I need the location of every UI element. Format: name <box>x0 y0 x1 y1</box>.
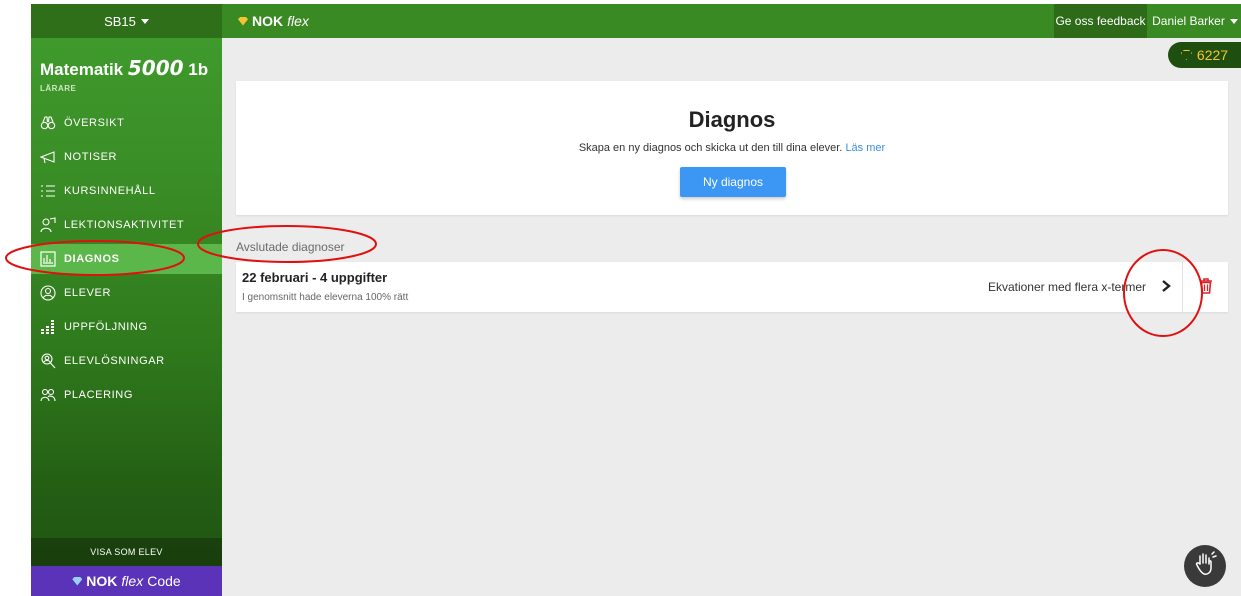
sidebar-item-label: ELEVER <box>64 287 112 299</box>
help-button[interactable] <box>1184 545 1226 587</box>
sidebar-item-diagnos[interactable]: DIAGNOS <box>31 244 222 274</box>
binoculars-icon <box>40 115 56 131</box>
course-number: 5000 <box>127 56 184 80</box>
diagnos-topic: Ekvationer med flera x-termer <box>987 280 1146 294</box>
diagnos-row[interactable]: 22 februari - 4 uppgifter I genomsnitt h… <box>236 262 1228 312</box>
sidebar-item-lektionsaktivitet[interactable]: LEKTIONSAKTIVITET <box>31 210 222 240</box>
points-value: 6227 <box>1196 47 1229 63</box>
top-bar: SB15 NOK flex Ge oss feedback Daniel Bark… <box>31 4 1241 38</box>
sidebar-item-elevlosningar[interactable]: ELEVLÖSNINGAR <box>31 346 222 376</box>
course-switcher-label: SB15 <box>104 13 136 29</box>
chevron-right-icon[interactable] <box>1156 276 1176 296</box>
megaphone-icon <box>40 149 56 165</box>
app-window: SB15 NOK flex Ge oss feedback Daniel Bark… <box>31 4 1241 596</box>
diamond-icon <box>238 16 248 26</box>
feedback-button[interactable]: Ge oss feedback <box>1054 4 1147 38</box>
sidebar-item-kursinnehall[interactable]: KURSINNEHÅLL <box>31 176 222 206</box>
course-switcher[interactable]: SB15 <box>31 4 222 38</box>
sidebar-item-elever[interactable]: ELEVER <box>31 278 222 308</box>
sidebar-item-label: ELEVLÖSNINGAR <box>64 355 165 367</box>
diamond-icon <box>72 576 83 586</box>
sidebar-item-uppfoljning[interactable]: UPPFÖLJNING <box>31 312 222 342</box>
sidebar-item-label: ÖVERSIKT <box>64 117 125 129</box>
sidebar-item-oversikt[interactable]: ÖVERSIKT <box>31 108 222 138</box>
list-icon <box>40 183 56 199</box>
caret-down-icon <box>1229 18 1238 24</box>
sidebar-item-label: NOTISER <box>64 151 118 163</box>
presenter-icon <box>40 217 56 233</box>
sidebar-item-label: LEKTIONSAKTIVITET <box>64 219 185 231</box>
student-icon <box>40 285 56 301</box>
code-label: Code <box>147 573 181 589</box>
caret-down-icon <box>140 18 149 24</box>
diagnos-icon <box>40 251 56 267</box>
trash-icon[interactable] <box>1196 276 1216 296</box>
diagnos-card: Diagnos Skapa en ny diagnos och skicka u… <box>236 81 1228 215</box>
diagnos-summary: I genomsnitt hade eleverna 100% rätt <box>242 292 409 303</box>
sidebar: Matematik 5000 1b LÄRARE ÖVERSIKT NOTISE… <box>31 38 222 596</box>
nokflex-code-link[interactable]: NOK flex Code <box>31 566 222 596</box>
course-title: Matematik 5000 1b <box>40 56 208 80</box>
sidebar-item-label: KURSINNEHÅLL <box>64 185 156 197</box>
page-title: Diagnos <box>688 107 776 132</box>
logo-flex: flex <box>287 13 309 29</box>
sidebar-item-placering[interactable]: PLACERING <box>31 380 222 410</box>
logo-nok: NOK <box>252 13 284 29</box>
points-badge: 6227 <box>1168 42 1241 68</box>
sidebar-item-label: DIAGNOS <box>64 253 120 265</box>
sidebar-item-label: PLACERING <box>64 389 133 401</box>
course-title-text: Matematik <box>40 60 124 79</box>
course-level: 1b <box>188 60 209 79</box>
new-diagnos-button[interactable]: Ny diagnos <box>680 167 786 197</box>
sidebar-item-notiser[interactable]: NOTISER <box>31 142 222 172</box>
diamond-outline-icon <box>1180 50 1192 60</box>
view-as-student-button[interactable]: VISA SOM ELEV <box>31 538 222 566</box>
section-heading: Avslutade diagnoser <box>236 240 345 254</box>
diagnos-title: 22 februari - 4 uppgifter <box>242 270 388 285</box>
hand-icon <box>1193 550 1217 582</box>
user-name: Daniel Barker <box>1152 14 1225 28</box>
description-text: Skapa en ny diagnos och skicka ut den ti… <box>578 142 843 154</box>
group-icon <box>40 387 56 403</box>
sidebar-item-label: UPPFÖLJNING <box>64 321 148 333</box>
code-flex: flex <box>121 573 144 589</box>
bar-chart-icon <box>40 319 56 335</box>
nokflex-logo: NOK flex <box>238 4 309 38</box>
code-nok: NOK <box>86 573 118 589</box>
divider <box>1182 262 1183 312</box>
role-label: LÄRARE <box>40 84 77 93</box>
search-person-icon <box>40 353 56 369</box>
read-more-link[interactable]: Läs mer <box>845 142 885 154</box>
page-description: Skapa en ny diagnos och skicka ut den ti… <box>236 142 1228 154</box>
user-menu[interactable]: Daniel Barker <box>1149 4 1241 38</box>
